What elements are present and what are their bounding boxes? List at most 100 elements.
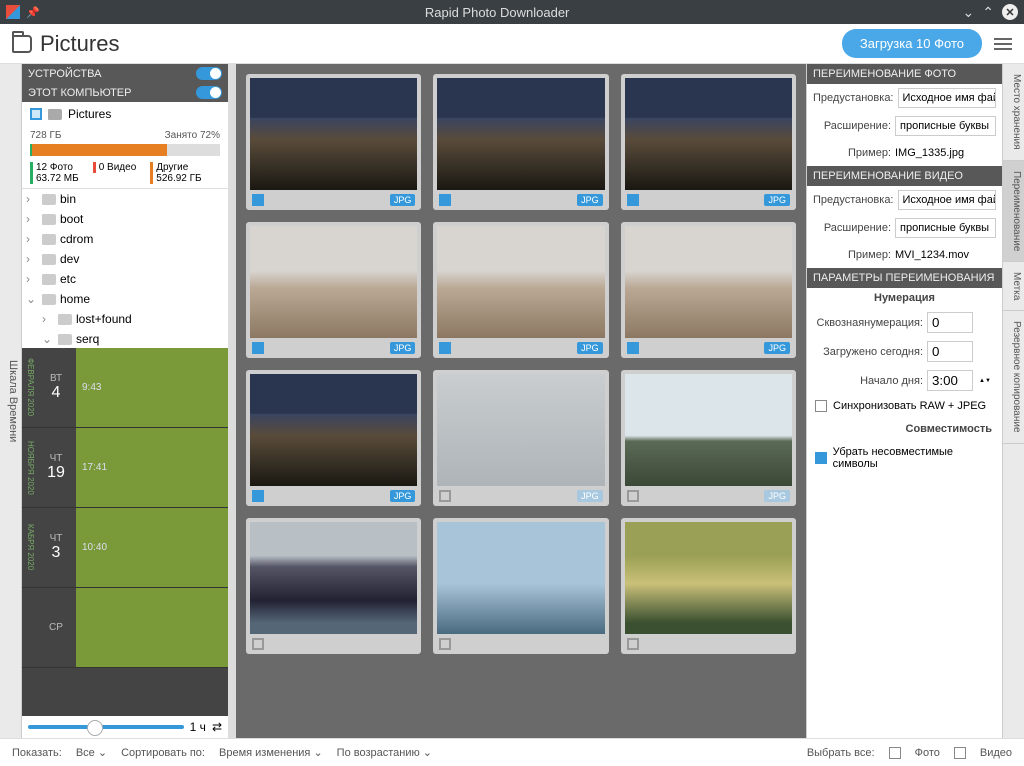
thumb-checkbox[interactable] [627, 194, 639, 206]
right-tab[interactable]: Место хранения [1003, 64, 1024, 161]
maximize-button[interactable]: ⌃ [982, 4, 994, 21]
thumb-checkbox[interactable] [627, 342, 639, 354]
bottom-bar: Показать: Все Сортировать по: Время изме… [0, 738, 1024, 766]
video-ext-select[interactable]: прописные буквы [895, 218, 996, 238]
today-input[interactable] [927, 341, 973, 362]
folder-icon [42, 234, 56, 245]
thumb-checkbox[interactable] [627, 490, 639, 502]
tree-item[interactable]: ›dev [22, 249, 228, 269]
download-button[interactable]: Загрузка 10 Фото [842, 29, 982, 58]
tree-item[interactable]: ›boot [22, 209, 228, 229]
thumbnail[interactable]: JPG [621, 370, 796, 506]
tree-item[interactable]: ›bin [22, 189, 228, 209]
thispc-toggle[interactable] [196, 86, 222, 99]
right-tab[interactable]: Метка [1003, 262, 1024, 311]
timeline-row[interactable]: КАБРЯ 2020ЧТ310:40 [22, 508, 228, 588]
thumbnail[interactable] [621, 518, 796, 654]
tree-item[interactable]: ⌄serq [22, 329, 228, 348]
close-button[interactable]: ✕ [1002, 4, 1018, 20]
thumbnail[interactable] [246, 518, 421, 654]
thumb-checkbox[interactable] [252, 490, 264, 502]
folder-icon [42, 274, 56, 285]
storage-stat: 0 Видео [93, 162, 137, 184]
devices-header: УСТРОЙСТВА [22, 64, 228, 83]
folder-icon [12, 35, 32, 53]
thumbnail[interactable]: JPG [433, 74, 608, 210]
select-all-video[interactable] [954, 747, 966, 759]
thumbnail[interactable]: JPG [621, 222, 796, 358]
timeline-row[interactable]: СР [22, 588, 228, 668]
right-tab[interactable]: Переименование [1003, 161, 1024, 262]
format-badge: JPG [764, 490, 790, 502]
thumbnail[interactable]: JPG [246, 370, 421, 506]
thumb-checkbox[interactable] [439, 342, 451, 354]
photo-rename-header: ПЕРЕИМЕНОВАНИЕ ФОТО [807, 64, 1002, 84]
tree-item[interactable]: ›cdrom [22, 229, 228, 249]
thumb-image [437, 374, 604, 486]
tree-item[interactable]: ›lost+found [22, 309, 228, 329]
video-preset-select[interactable]: Исходное имя файла [898, 190, 997, 210]
thumb-image [437, 78, 604, 190]
minimize-button[interactable]: ⌄ [963, 4, 975, 21]
sequence-input[interactable] [927, 312, 973, 333]
thumbnail[interactable]: JPG [433, 370, 608, 506]
zoom-slider-row: 1 ч ⇄ [22, 716, 228, 738]
devices-toggle[interactable] [196, 67, 222, 80]
source-row[interactable]: Pictures [22, 102, 228, 126]
zoom-slider[interactable] [28, 725, 184, 729]
folder-icon [42, 254, 56, 265]
strip-chars-checkbox[interactable] [815, 452, 827, 464]
thumb-checkbox[interactable] [439, 638, 451, 650]
thumb-image [625, 374, 792, 486]
sort-field[interactable]: Время изменения [219, 746, 323, 759]
storage-stat: Другие526.92 ГБ [150, 162, 201, 184]
timeline-tab[interactable]: Шкала Времени [0, 64, 22, 738]
scrollbar[interactable] [228, 64, 236, 738]
thumb-image [437, 226, 604, 338]
photo-preset-select[interactable]: Исходное имя файла [898, 88, 997, 108]
thumbnail-grid: JPGJPGJPGJPGJPGJPGJPGJPGJPG [236, 64, 806, 738]
show-filter[interactable]: Все [76, 746, 107, 759]
timeline-row[interactable]: ФЕВРАЛЯ 2020ВТ49:43 [22, 348, 228, 428]
folder-icon [58, 334, 72, 345]
source-checkbox[interactable] [30, 108, 42, 120]
folder-icon [58, 314, 72, 325]
format-badge: JPG [577, 342, 603, 354]
thumb-checkbox[interactable] [439, 194, 451, 206]
sync-raw-checkbox[interactable] [815, 400, 827, 412]
thumb-checkbox[interactable] [252, 342, 264, 354]
folder-icon [48, 109, 62, 120]
pin-icon[interactable]: 📌 [26, 6, 40, 19]
folder-tree: ›bin›boot›cdrom›dev›etc⌄home›lost+found⌄… [22, 188, 228, 348]
thumb-checkbox[interactable] [439, 490, 451, 502]
thumb-image [625, 522, 792, 634]
select-all-photo[interactable] [889, 747, 901, 759]
page-title: Pictures [40, 31, 119, 57]
thumb-checkbox[interactable] [252, 194, 264, 206]
menu-button[interactable] [994, 35, 1012, 53]
stepper[interactable]: ▲▼ [979, 378, 991, 384]
tree-item[interactable]: ›etc [22, 269, 228, 289]
daystart-input[interactable] [927, 370, 973, 391]
photo-ext-select[interactable]: прописные буквы [895, 116, 996, 136]
thumbnail[interactable]: JPG [246, 74, 421, 210]
thumbnail[interactable] [433, 518, 608, 654]
timeline-row[interactable]: НОЯБРЯ 2020ЧТ1917:41 [22, 428, 228, 508]
shuffle-icon[interactable]: ⇄ [212, 720, 222, 734]
thumb-checkbox[interactable] [252, 638, 264, 650]
format-badge: JPG [764, 194, 790, 206]
folder-icon [42, 214, 56, 225]
format-badge: JPG [390, 194, 416, 206]
tree-item[interactable]: ⌄home [22, 289, 228, 309]
thumbnail[interactable]: JPG [621, 74, 796, 210]
sort-order[interactable]: По возрастанию [337, 746, 432, 759]
thumb-checkbox[interactable] [627, 638, 639, 650]
format-badge: JPG [390, 342, 416, 354]
storage-stat: 12 Фото63.72 МБ [30, 162, 79, 184]
right-tab[interactable]: Резервное копирование [1003, 311, 1024, 444]
thumbnail[interactable]: JPG [433, 222, 608, 358]
rename-params-header: ПАРАМЕТРЫ ПЕРЕИМЕНОВАНИЯ [807, 268, 1002, 288]
thumbnail[interactable]: JPG [246, 222, 421, 358]
app-icon [6, 5, 20, 19]
topbar: Pictures Загрузка 10 Фото [0, 24, 1024, 64]
